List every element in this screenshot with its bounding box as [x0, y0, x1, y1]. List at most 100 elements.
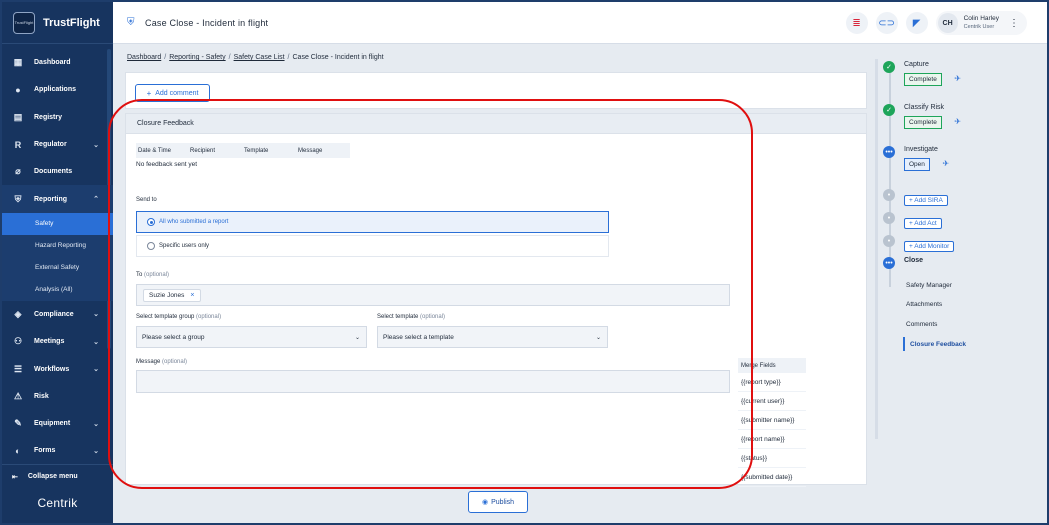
sidebar-nav: ▦ Dashboard ● Applications ▤ Registry R … — [2, 49, 113, 465]
sidebar-item-registry[interactable]: ▤ Registry — [2, 104, 113, 131]
step-title: Classify Risk — [904, 104, 945, 111]
recipient-chip: Suzie Jones × — [143, 289, 201, 302]
stack-icon[interactable]: ≣ — [845, 12, 868, 34]
select-value: Please select a template — [383, 333, 454, 341]
collapse-menu-button[interactable]: ⇤ Collapse menu — [2, 464, 113, 488]
send-to-label: Send to — [136, 197, 157, 203]
panel-title: Closure Feedback — [126, 114, 866, 134]
table-header: Date & Time Recipient Template Message — [136, 143, 350, 158]
publish-button[interactable]: ◉ Publish — [468, 491, 528, 513]
radio-specific-users[interactable]: Specific users only — [136, 235, 609, 257]
pin-icon[interactable]: ✈ — [954, 74, 961, 83]
check-icon: ✓ — [883, 61, 895, 73]
link-icon[interactable]: ⊂⊃ — [875, 12, 898, 34]
template-group-select[interactable]: Please select a group ⌄ — [136, 326, 367, 348]
dashboard-icon: ▦ — [13, 57, 23, 68]
to-label-text: To — [136, 272, 143, 278]
template-label-text: Select template — [377, 314, 419, 320]
template-select[interactable]: Please select a template ⌄ — [377, 326, 608, 348]
merge-field-item[interactable]: {{submitter name}} — [738, 411, 806, 430]
step-body: Capture Complete ✈ — [904, 61, 961, 86]
ellipsis-icon: ••• — [883, 146, 895, 158]
breadcrumb-separator: / — [228, 54, 231, 61]
optional-hint: (optional) — [144, 272, 170, 278]
chevron-down-icon: ⌄ — [93, 366, 99, 374]
step-close: ••• Close — [883, 257, 923, 269]
sidebar-item-reporting[interactable]: ⛨ Reporting ⌃ — [2, 185, 113, 213]
add-comment-button[interactable]: + Add comment — [135, 84, 210, 102]
close-sub-comments[interactable]: Comments — [906, 321, 937, 328]
sidebar-item-equipment[interactable]: ✎ Equipment ⌄ — [2, 410, 113, 437]
sidebar-item-applications[interactable]: ● Applications — [2, 76, 113, 103]
pending-dot-icon: • — [883, 189, 895, 201]
merge-field-item[interactable]: {{current user}} — [738, 392, 806, 411]
empty-state: No feedback sent yet — [136, 161, 198, 168]
comments-card: + Add comment — [125, 72, 867, 109]
radio-unselected-icon — [147, 242, 155, 250]
close-sub-attachments[interactable]: Attachments — [906, 301, 942, 308]
sidebar-subitem-external-safety[interactable]: External Safety — [2, 256, 113, 279]
sidebar-item-regulator[interactable]: R Regulator ⌄ — [2, 131, 113, 158]
step-capture: ✓ Capture Complete ✈ — [883, 61, 961, 86]
user-menu[interactable]: CH Colin Harley Centrik User ⋮ — [935, 11, 1027, 35]
breadcrumb-reporting-safety[interactable]: Reporting - Safety — [169, 54, 225, 61]
sidebar-item-workflows[interactable]: ☰ Workflows ⌄ — [2, 355, 113, 382]
radio-all-submitters[interactable]: All who submitted a report — [136, 211, 609, 233]
sidebar-subitem-safety[interactable]: Safety — [2, 212, 113, 235]
to-recipients-field[interactable]: Suzie Jones × — [136, 284, 730, 306]
merge-field-item[interactable]: {{submitted date}} — [738, 468, 806, 487]
status-badge[interactable]: Open — [904, 158, 930, 171]
message-textarea[interactable] — [136, 370, 730, 393]
chevron-down-icon: ⌄ — [93, 420, 99, 428]
sidebar-item-dashboard[interactable]: ▦ Dashboard — [2, 49, 113, 76]
publish-label: Publish — [491, 498, 515, 506]
add-act-button[interactable]: + Add Act — [904, 218, 942, 229]
step-add-sira: • + Add SIRA — [883, 189, 948, 207]
globe-icon: ◉ — [481, 499, 489, 506]
sidebar-subitem-hazard-reporting[interactable]: Hazard Reporting — [2, 234, 113, 257]
sidebar-item-label: Meetings — [34, 338, 65, 346]
pending-dot-icon: • — [883, 212, 895, 224]
merge-field-item[interactable]: {{status}} — [738, 449, 806, 468]
megaphone-icon[interactable]: ◤ — [905, 12, 928, 34]
breadcrumb-dashboard[interactable]: Dashboard — [127, 54, 161, 61]
sidebar-item-label: Forms — [34, 447, 56, 455]
brand[interactable]: TrustFlight TrustFlight — [2, 2, 113, 44]
optional-hint: (optional) — [162, 359, 188, 365]
merge-field-item[interactable]: {{report name}} — [738, 430, 806, 449]
radio-selected-icon — [147, 218, 155, 226]
page-title: Case Close - Incident in flight — [145, 17, 269, 28]
collapse-icon: ⇤ — [12, 473, 18, 481]
sidebar-item-compliance[interactable]: ◈ Compliance ⌄ — [2, 301, 113, 328]
sidebar-item-forms[interactable]: ◐ Forms ⌄ — [2, 437, 113, 464]
add-sira-button[interactable]: + Add SIRA — [904, 195, 948, 206]
close-icon[interactable]: × — [190, 292, 194, 299]
meetings-icon: ⚇ — [13, 336, 23, 347]
pin-icon[interactable]: ✈ — [954, 117, 961, 126]
sidebar-item-label: Regulator — [34, 141, 67, 149]
optional-hint: (optional) — [196, 314, 222, 320]
sidebar-item-risk[interactable]: ⚠ Risk — [2, 383, 113, 410]
close-sub-closure-feedback[interactable]: Closure Feedback — [910, 341, 966, 348]
kebab-menu-icon[interactable]: ⋮ — [1009, 18, 1019, 29]
stepper-scrollbar[interactable] — [875, 59, 878, 439]
sidebar-subitem-analysis[interactable]: Analysis (All) — [2, 278, 113, 301]
add-monitor-button[interactable]: + Add Monitor — [904, 241, 955, 252]
to-label: To (optional) — [136, 272, 169, 278]
breadcrumb-current: Case Close - Incident in flight — [292, 54, 384, 61]
merge-field-item[interactable]: {{report type}} — [738, 373, 806, 392]
avatar: CH — [937, 13, 958, 33]
status-badge[interactable]: Complete — [904, 73, 942, 86]
sidebar-item-label: Risk — [34, 392, 49, 400]
breadcrumb-safety-case-list[interactable]: Safety Case List — [234, 54, 285, 61]
pin-icon[interactable]: ✈ — [942, 159, 949, 168]
close-sub-safety-manager[interactable]: Safety Manager — [906, 282, 952, 289]
sidebar-item-meetings[interactable]: ⚇ Meetings ⌄ — [2, 328, 113, 355]
compliance-icon: ◈ — [14, 308, 22, 319]
sidebar-item-label: Dashboard — [34, 59, 71, 67]
message-label: Message (optional) — [136, 359, 187, 365]
regulator-icon: R — [14, 139, 22, 150]
status-badge[interactable]: Complete — [904, 116, 942, 129]
sidebar-item-documents[interactable]: ⌀ Documents — [2, 158, 113, 185]
template-label: Select template (optional) — [377, 314, 445, 320]
